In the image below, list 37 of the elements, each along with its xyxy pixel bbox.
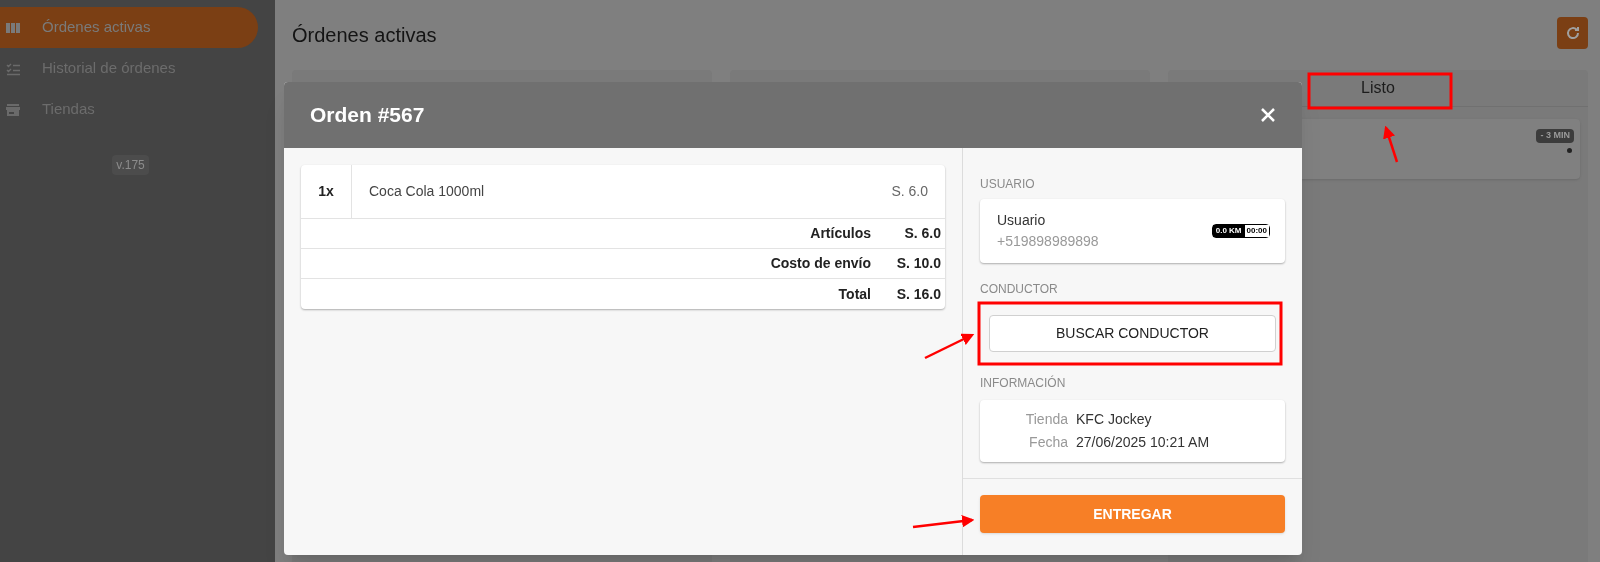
section-label: INFORMACIÓN	[980, 374, 1067, 392]
info-label: Fecha	[1028, 433, 1068, 452]
modal-title: Orden #567	[310, 102, 425, 129]
section-label: USUARIO	[980, 176, 1036, 193]
user-name: Usuario	[997, 211, 1047, 230]
quantity-cell: 1x	[301, 165, 352, 218]
item-price: S. 6.0	[891, 182, 929, 201]
total-label: Total	[838, 284, 871, 304]
user-phone: +519898989898	[997, 232, 1099, 251]
version-label: v.175	[112, 155, 149, 175]
info-value: 27/06/2025 10:21 AM	[1076, 433, 1210, 452]
info-value: KFC Jockey	[1076, 410, 1152, 429]
deliver-button[interactable]: ENTREGAR	[980, 495, 1285, 533]
column-title: Listo	[1361, 78, 1395, 98]
annotation-arrow	[912, 514, 975, 529]
time-badge: 00:00	[1244, 225, 1269, 237]
close-icon	[1260, 107, 1276, 123]
annotation-arrow	[924, 333, 975, 360]
total-value: S. 6.0	[903, 224, 942, 243]
refresh-button[interactable]	[1557, 17, 1588, 49]
item-name: Coca Cola 1000ml	[368, 182, 486, 201]
store-icon	[6, 102, 20, 117]
distance-badge: 0.0 KM	[1212, 225, 1245, 237]
total-label: Costo de envío	[770, 254, 871, 273]
total-value: S. 10.0	[895, 254, 942, 273]
sidebar-item[interactable]: Órdenes activas	[0, 7, 258, 48]
info-label: Tienda	[1024, 410, 1068, 429]
refresh-icon	[1564, 25, 1581, 41]
checklist-icon	[6, 61, 20, 76]
total-label: Artículos	[810, 224, 871, 243]
columns-icon	[6, 20, 20, 35]
section-label: CONDUCTOR	[980, 281, 1059, 298]
total-value: S. 16.0	[895, 284, 942, 304]
page-title: Órdenes activas	[292, 23, 437, 48]
annotation-arrow	[1383, 125, 1399, 163]
search-driver-button[interactable]: BUSCAR CONDUCTOR	[989, 315, 1276, 352]
time-badge: - 3 MIN	[1536, 129, 1574, 143]
